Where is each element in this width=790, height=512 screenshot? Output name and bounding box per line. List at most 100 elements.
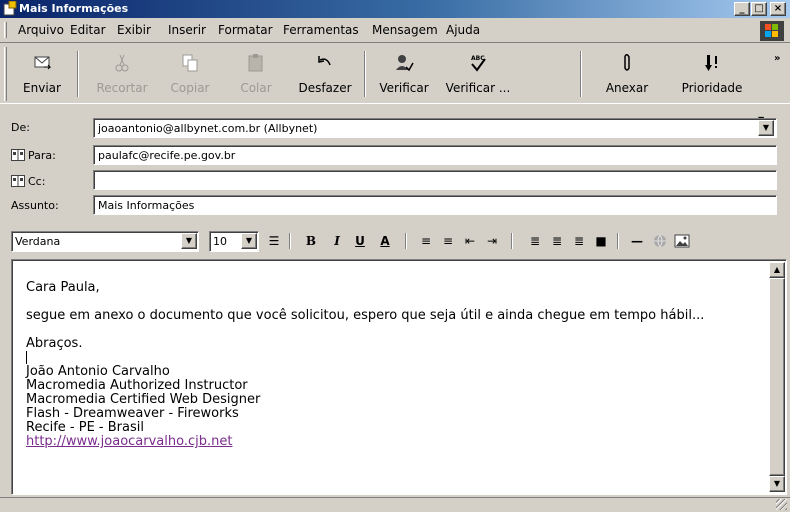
attach-label: Anexar (605, 81, 649, 95)
align-right-icon[interactable]: ≣ (571, 232, 587, 250)
message-text[interactable]: Cara Paula, segue em anexo o documento q… (26, 281, 761, 449)
font-size-dropdown-button[interactable]: ▼ (241, 233, 257, 249)
menu-grip[interactable] (4, 22, 7, 38)
scroll-down-arrow-icon[interactable]: ▼ (769, 476, 785, 492)
toolbar-separator (580, 51, 582, 97)
window-title: Mais Informações (19, 2, 129, 15)
scissors-icon (115, 54, 129, 72)
from-field[interactable]: joaoantonio@allbynet.com.br (Allbynet) (93, 118, 777, 138)
send-button[interactable]: Enviar (14, 47, 70, 103)
font-color-button[interactable]: A (376, 232, 394, 250)
title-bar: Mais Informações _ □ × (0, 0, 790, 18)
scroll-thumb[interactable] (769, 278, 785, 476)
cut-button[interactable]: Recortar (88, 47, 156, 103)
maximize-button[interactable]: □ (751, 2, 767, 16)
format-separator (617, 233, 619, 249)
align-center-icon[interactable]: ≣ (549, 232, 565, 250)
cc-label-group: Cc: (11, 175, 45, 188)
to-label-group: Para: (11, 149, 56, 162)
signature-line: João Antonio Carvalho (26, 364, 170, 379)
font-dropdown-button[interactable]: ▼ (181, 233, 197, 249)
insert-picture-icon[interactable] (674, 233, 690, 249)
check-names-button[interactable]: Verificar (372, 47, 436, 103)
signature-line: Recife - PE - Brasil (26, 420, 144, 435)
paragraph-line: segue em anexo o documento que você soli… (26, 308, 705, 323)
send-icon (34, 56, 52, 70)
cc-label: Cc: (28, 175, 46, 188)
menu-inserir[interactable]: Inserir (168, 23, 206, 37)
increase-indent-icon[interactable]: ⇥ (484, 232, 500, 250)
subject-label: Assunto: (11, 199, 59, 212)
copy-button[interactable]: Copiar (158, 47, 222, 103)
formatting-toolbar: Verdana ▼ 10 ▼ ☰ B I U A ≡ ≡ ⇤ ⇥ ≣ ≣ ≣ ■… (0, 227, 790, 255)
status-bar (0, 497, 790, 512)
spelling-button[interactable]: ABC Verificar ... (438, 47, 518, 103)
to-field[interactable]: paulafc@recife.pe.gov.br (93, 145, 777, 165)
paste-button[interactable]: Colar (226, 47, 286, 103)
toolbar-separator (364, 51, 366, 97)
menu-arquivo[interactable]: Arquivo (18, 23, 64, 37)
from-dropdown-button[interactable]: ▼ (758, 120, 774, 136)
website-link[interactable]: http://www.joaocarvalho.cjb.net (26, 435, 761, 449)
format-separator (511, 233, 513, 249)
priority-button[interactable]: Prioridade (674, 47, 750, 103)
text-caret (26, 351, 27, 364)
spelling-label: Verificar ... (445, 81, 511, 95)
menu-bar: Arquivo Editar Exibir Inserir Formatar F… (0, 20, 790, 40)
subject-field[interactable]: Mais Informações (93, 195, 777, 215)
hyperlink-globe-icon[interactable] (652, 233, 668, 249)
standard-toolbar: Enviar Recortar Copiar Colar Desfazer Ve… (0, 42, 790, 124)
menu-mensagem[interactable]: Mensagem (372, 23, 438, 37)
windows-logo-icon (760, 21, 784, 41)
bold-button[interactable]: B (303, 232, 319, 250)
decrease-indent-icon[interactable]: ⇤ (462, 232, 478, 250)
menu-ajuda[interactable]: Ajuda (446, 23, 480, 37)
copy-label: Copiar (170, 81, 210, 95)
toolbar-more-chevron[interactable]: » (774, 53, 780, 64)
menu-editar[interactable]: Editar (70, 23, 106, 37)
format-separator (405, 233, 407, 249)
from-label: De: (11, 121, 30, 134)
format-separator (289, 233, 291, 249)
copy-icon (182, 54, 198, 72)
attach-button[interactable]: Anexar (596, 47, 658, 103)
vertical-scrollbar[interactable]: ▲ ▼ (769, 262, 785, 492)
font-select[interactable]: Verdana (11, 231, 199, 252)
priority-label: Prioridade (681, 81, 743, 95)
priority-icon (705, 55, 717, 71)
numbered-list-icon[interactable]: ≡ (418, 232, 434, 250)
greeting-line: Cara Paula, (26, 280, 100, 295)
address-book-icon[interactable] (11, 175, 25, 187)
menu-formatar[interactable]: Formatar (218, 23, 273, 37)
message-body-editor[interactable]: Cara Paula, segue em anexo o documento q… (11, 259, 787, 495)
bullet-list-icon[interactable]: ≡ (440, 232, 456, 250)
horizontal-line-icon[interactable]: — (628, 232, 646, 250)
undo-icon (318, 56, 331, 66)
underline-button[interactable]: U (352, 232, 368, 250)
italic-button[interactable]: I (329, 232, 345, 250)
menu-exibir[interactable]: Exibir (117, 23, 151, 37)
signature-line: Flash - Dreamweaver - Fireworks (26, 406, 239, 421)
resize-grip-icon[interactable] (776, 499, 787, 510)
cc-field[interactable] (93, 170, 777, 190)
paperclip-icon (624, 53, 630, 71)
justify-icon[interactable]: ■ (593, 232, 609, 250)
close-button[interactable]: × (770, 2, 786, 16)
toolbar-grip[interactable] (4, 47, 7, 101)
send-label: Enviar (23, 81, 61, 95)
undo-label: Desfazer (298, 81, 352, 95)
scroll-up-arrow-icon[interactable]: ▲ (769, 262, 785, 278)
closing-line: Abraços. (26, 336, 83, 351)
to-label: Para: (28, 149, 56, 162)
spelling-check-icon: ABC (471, 55, 486, 72)
envelope-app-icon (3, 1, 17, 16)
paragraph-style-icon[interactable]: ☰ (265, 232, 283, 250)
undo-button[interactable]: Desfazer (292, 47, 358, 103)
check-names-icon (396, 55, 414, 72)
signature-line: Macromedia Certified Web Designer (26, 392, 261, 407)
minimize-button[interactable]: _ (734, 2, 750, 16)
align-left-icon[interactable]: ≣ (527, 232, 543, 250)
address-book-icon[interactable] (11, 149, 25, 161)
paste-label: Colar (240, 81, 272, 95)
menu-ferramentas[interactable]: Ferramentas (283, 23, 359, 37)
